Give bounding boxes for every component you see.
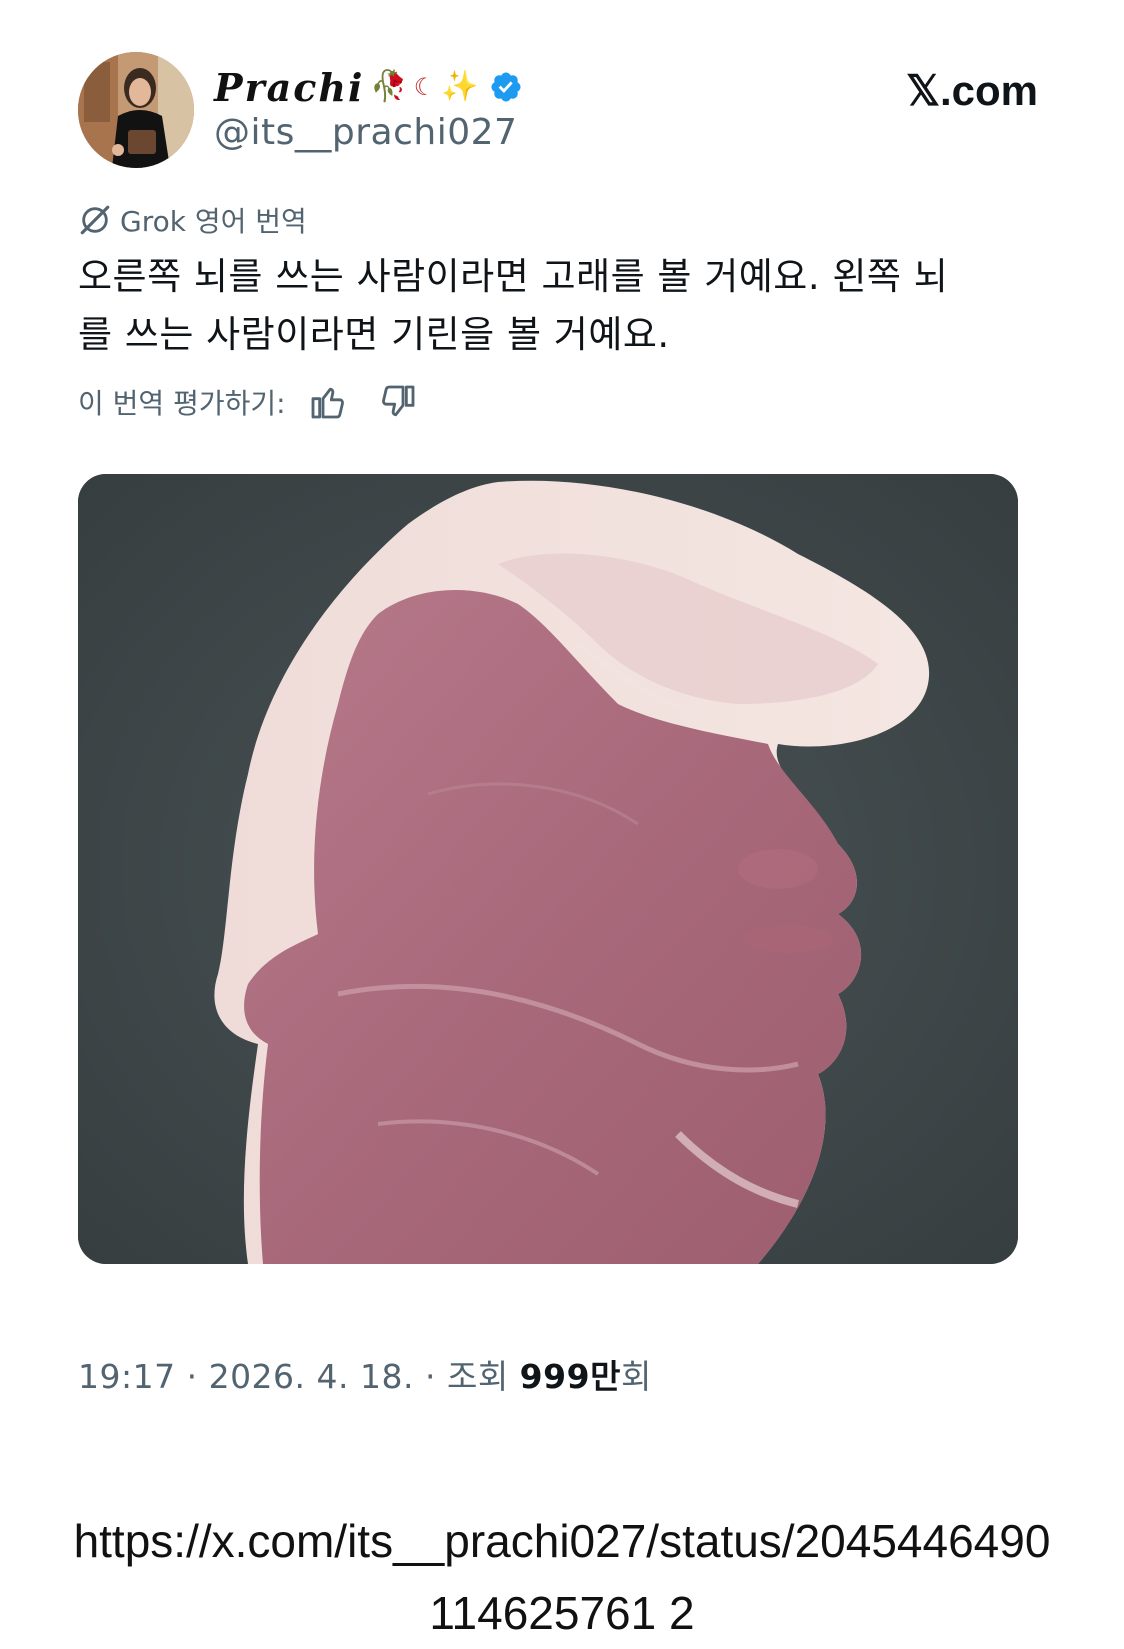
tweet-meta: 19:17 · 2026. 4. 18. · 조회 999만회 — [78, 1350, 652, 1398]
display-name[interactable]: Prachi — [214, 65, 364, 110]
views-suffix: 회 — [620, 1357, 652, 1396]
tweet-url[interactable]: https://x.com/its__prachi027/status/2045… — [0, 1505, 1124, 1649]
views-count: 999 — [519, 1357, 591, 1396]
tweet-text-line-2: 를 쓰는 사람이라면 기린을 볼 거예요. — [78, 313, 670, 356]
verified-badge-icon — [491, 72, 521, 102]
tweet-text-line-1: 오른쪽 뇌를 쓰는 사람이라면 고래를 볼 거예요. 왼쪽 뇌 — [78, 255, 949, 298]
thumbs-down-icon[interactable] — [378, 382, 418, 422]
meat-image — [78, 474, 1018, 1264]
user-handle[interactable]: @its__prachi027 — [214, 112, 517, 153]
avatar-image — [78, 52, 194, 168]
translation-label: Grok 영어 번역 — [120, 205, 307, 238]
tweet-media-image[interactable] — [78, 474, 1018, 1264]
timestamp[interactable]: 19:17 · 2026. 4. 18. · 조회 — [78, 1357, 520, 1396]
moon-icon: ☾ — [413, 73, 436, 101]
views-unit: 만 — [590, 1357, 621, 1396]
name-row: Prachi 🥀 ☾ ✨ — [214, 62, 523, 112]
translation-tag: Grok 영어 번역 — [78, 200, 307, 240]
x-brand-logo: 𝕏.com — [906, 67, 1038, 114]
tweet-header: Prachi 🥀 ☾ ✨ @its__prachi027 𝕏.com — [78, 52, 1038, 170]
tweet-text: 오른쪽 뇌를 쓰는 사람이라면 고래를 볼 거예요. 왼쪽 뇌 를 쓰는 사람이… — [78, 248, 1018, 364]
thumbs-up-icon[interactable] — [308, 382, 348, 422]
sparkles-icon: ✨ — [441, 69, 479, 104]
rate-translation-row: 이 번역 평가하기: — [78, 380, 418, 424]
rose-icon: 🥀 — [370, 69, 408, 104]
rate-translation-label: 이 번역 평가하기: — [78, 387, 286, 420]
grok-icon — [80, 205, 110, 235]
avatar[interactable] — [78, 52, 194, 168]
